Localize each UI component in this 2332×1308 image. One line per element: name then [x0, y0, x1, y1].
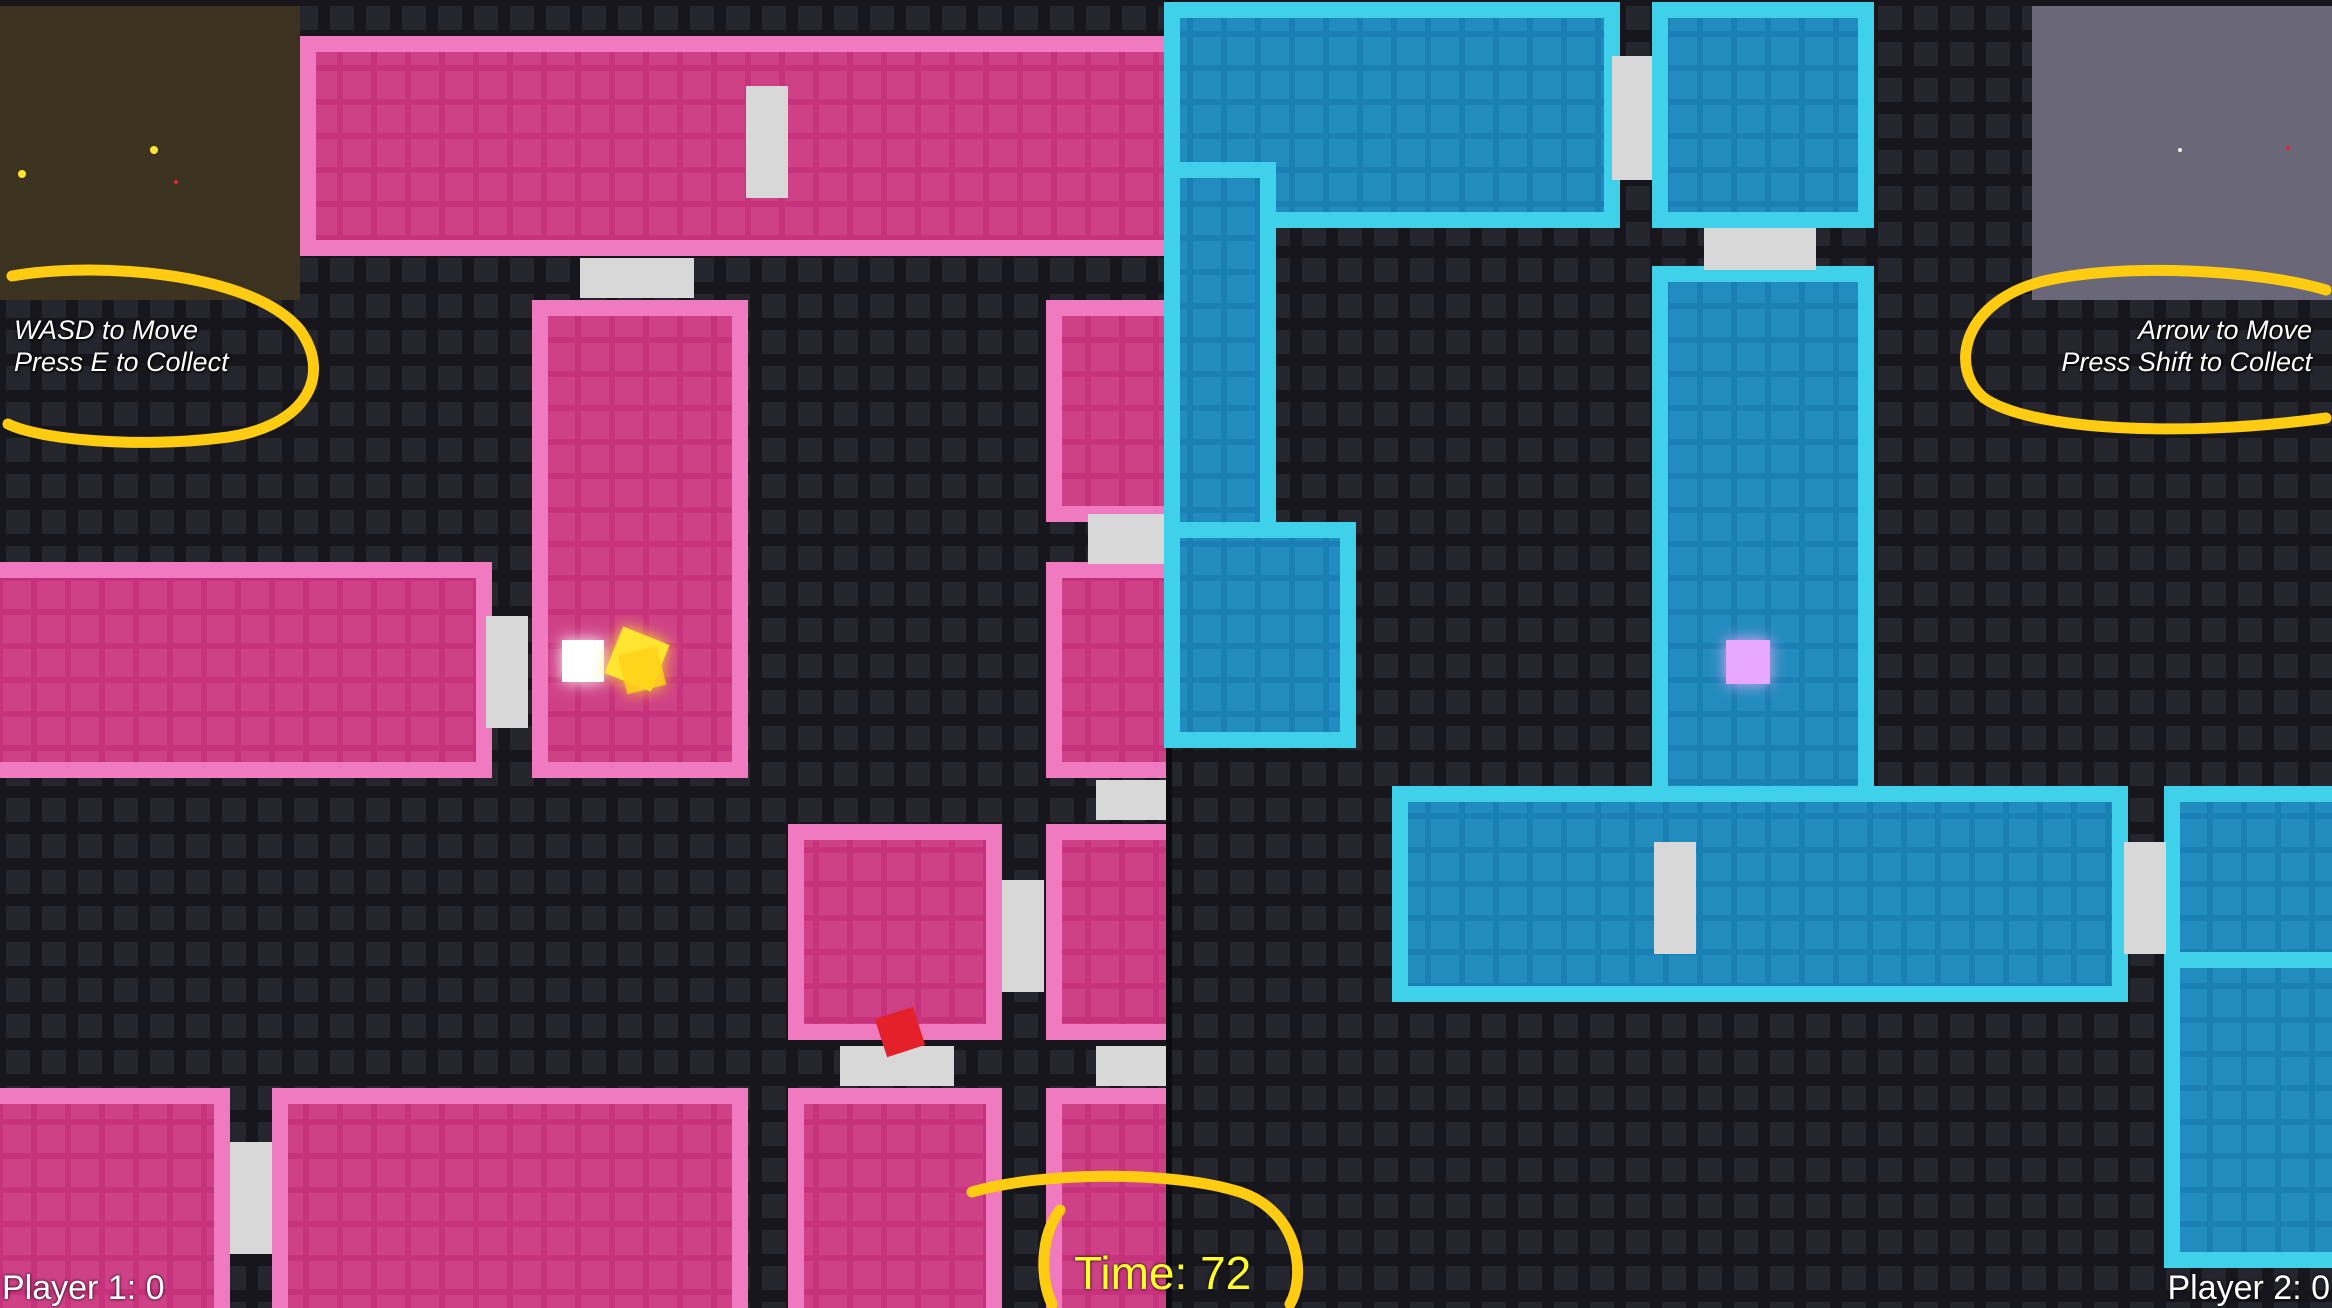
player1-avatar [562, 640, 604, 682]
blue-wall-left-bottom [1164, 522, 1356, 748]
timer: Time: 72 [1074, 1247, 1252, 1299]
pink-room-right-lower [1046, 824, 1192, 1040]
door [1096, 1046, 1166, 1086]
player2-minimap [2032, 6, 2332, 300]
door [580, 258, 694, 298]
door [2124, 842, 2166, 954]
door [1612, 56, 1652, 180]
player1-controls-move: WASD to Move [14, 315, 199, 345]
door [1002, 880, 1044, 992]
blue-room-top-center [1652, 2, 1874, 228]
door [230, 1142, 272, 1254]
player1-view [0, 0, 1192, 1308]
blue-room-right-lower [2164, 952, 2332, 1268]
pink-room-center [532, 300, 748, 778]
blue-room-center-column [1652, 266, 1874, 822]
player1-minimap [0, 6, 300, 300]
player2-view [1164, 0, 2332, 1308]
blue-wall-left-column [1164, 162, 1276, 538]
pink-room-left [0, 562, 492, 778]
player2-controls-collect: Press Shift to Collect [2061, 347, 2312, 377]
door [1704, 228, 1816, 270]
player1-controls-hint: WASD to Move Press E to Collect [14, 314, 229, 378]
pink-room-small [788, 824, 1002, 1040]
blue-corridor-horizontal [1392, 786, 2128, 1002]
pink-room-bottom-middle [272, 1088, 748, 1308]
pink-room-bottom-right [788, 1088, 1002, 1308]
door [1088, 514, 1168, 564]
player2-score: Player 2: 0 [2167, 1269, 2330, 1307]
door [486, 616, 528, 728]
door [746, 86, 788, 198]
player2-controls-move: Arrow to Move [2137, 315, 2312, 345]
player2-avatar [1726, 640, 1770, 684]
player1-score: Player 1: 0 [2, 1269, 165, 1307]
player1-controls-collect: Press E to Collect [14, 347, 229, 377]
pink-room-top [300, 36, 1180, 256]
door [1096, 780, 1166, 820]
player2-controls-hint: Arrow to Move Press Shift to Collect [2061, 314, 2312, 378]
game-scene [0, 0, 2332, 1308]
door [1654, 842, 1696, 954]
